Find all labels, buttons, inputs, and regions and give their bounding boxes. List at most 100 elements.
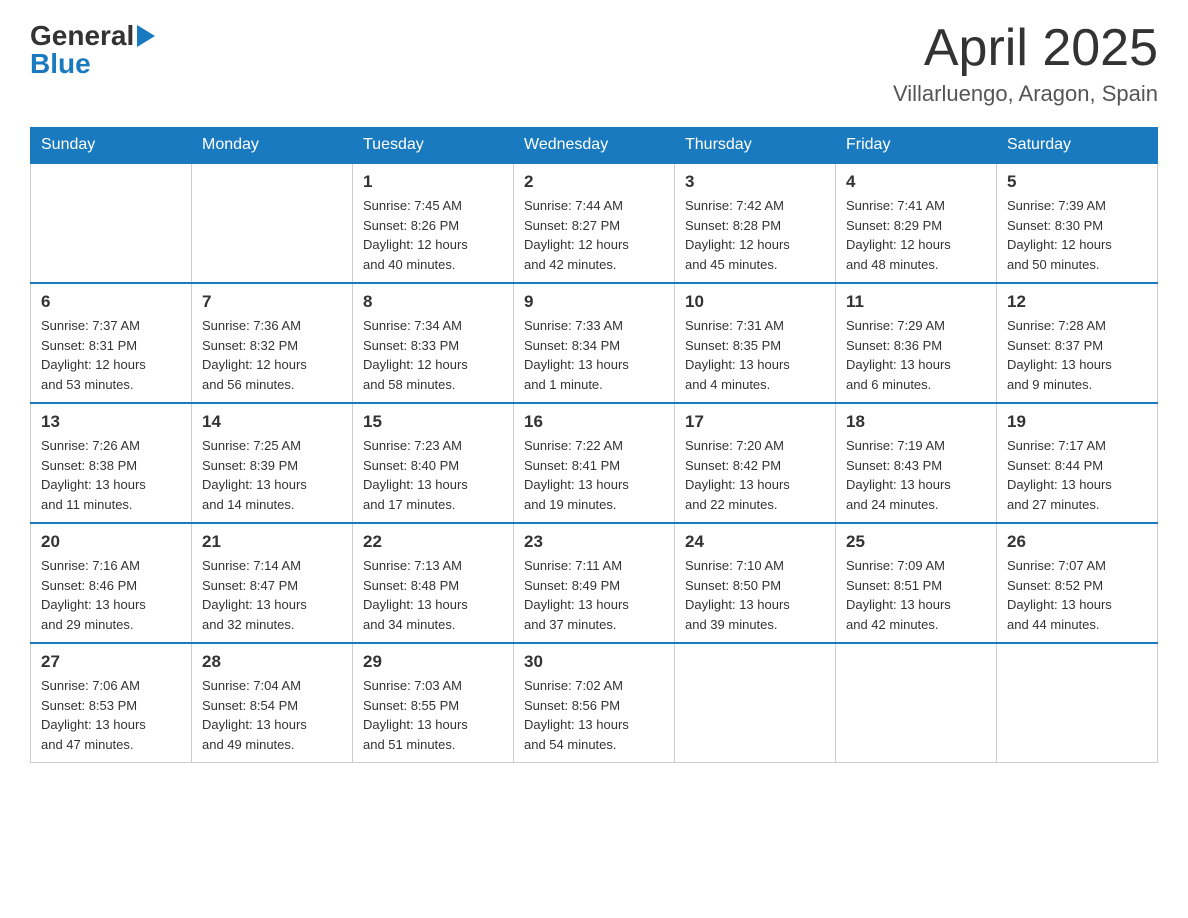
calendar-day-cell: 10 Sunrise: 7:31 AM Sunset: 8:35 PM Dayli… [675, 283, 836, 403]
weekday-header: Saturday [997, 128, 1158, 164]
day-number: 24 [685, 532, 825, 552]
day-number: 16 [524, 412, 664, 432]
day-number: 2 [524, 172, 664, 192]
day-info: Sunrise: 7:26 AM Sunset: 8:38 PM Dayligh… [41, 436, 181, 514]
day-info: Sunrise: 7:33 AM Sunset: 8:34 PM Dayligh… [524, 316, 664, 394]
day-number: 6 [41, 292, 181, 312]
calendar-day-cell: 15 Sunrise: 7:23 AM Sunset: 8:40 PM Dayli… [353, 403, 514, 523]
day-info: Sunrise: 7:14 AM Sunset: 8:47 PM Dayligh… [202, 556, 342, 634]
day-number: 22 [363, 532, 503, 552]
day-info: Sunrise: 7:10 AM Sunset: 8:50 PM Dayligh… [685, 556, 825, 634]
day-number: 9 [524, 292, 664, 312]
calendar-day-cell: 8Sunrise: 7:34 AM Sunset: 8:33 PM Daylig… [353, 283, 514, 403]
calendar-day-cell [31, 163, 192, 283]
day-info: Sunrise: 7:39 AM Sunset: 8:30 PM Dayligh… [1007, 196, 1147, 274]
day-info: Sunrise: 7:13 AM Sunset: 8:48 PM Dayligh… [363, 556, 503, 634]
calendar-day-cell: 26Sunrise: 7:07 AM Sunset: 8:52 PM Dayli… [997, 523, 1158, 643]
calendar-day-cell: 19Sunrise: 7:17 AM Sunset: 8:44 PM Dayli… [997, 403, 1158, 523]
calendar-day-cell: 5 Sunrise: 7:39 AM Sunset: 8:30 PM Daylig… [997, 163, 1158, 283]
day-number: 18 [846, 412, 986, 432]
day-number: 10 [685, 292, 825, 312]
calendar-day-cell: 9 Sunrise: 7:33 AM Sunset: 8:34 PM Daylig… [514, 283, 675, 403]
calendar-day-cell: 3 Sunrise: 7:42 AM Sunset: 8:28 PM Daylig… [675, 163, 836, 283]
calendar-day-cell: 6 Sunrise: 7:37 AM Sunset: 8:31 PM Daylig… [31, 283, 192, 403]
calendar-table: SundayMondayTuesdayWednesdayThursdayFrid… [30, 127, 1158, 763]
day-number: 27 [41, 652, 181, 672]
calendar-day-cell: 21 Sunrise: 7:14 AM Sunset: 8:47 PM Dayli… [192, 523, 353, 643]
calendar-day-cell: 18 Sunrise: 7:19 AM Sunset: 8:43 PM Dayli… [836, 403, 997, 523]
calendar-day-cell: 14Sunrise: 7:25 AM Sunset: 8:39 PM Dayli… [192, 403, 353, 523]
calendar-day-cell [997, 643, 1158, 763]
day-number: 12 [1007, 292, 1147, 312]
day-number: 20 [41, 532, 181, 552]
title-block: April 2025 Villarluengo, Aragon, Spain [893, 20, 1158, 107]
page-header: General Blue April 2025 Villarluengo, Ar… [30, 20, 1158, 107]
calendar-day-cell: 29 Sunrise: 7:03 AM Sunset: 8:55 PM Dayli… [353, 643, 514, 763]
day-info: Sunrise: 7:37 AM Sunset: 8:31 PM Dayligh… [41, 316, 181, 394]
calendar-day-cell: 4 Sunrise: 7:41 AM Sunset: 8:29 PM Daylig… [836, 163, 997, 283]
calendar-day-cell: 25 Sunrise: 7:09 AM Sunset: 8:51 PM Dayli… [836, 523, 997, 643]
day-info: Sunrise: 7:19 AM Sunset: 8:43 PM Dayligh… [846, 436, 986, 514]
day-number: 29 [363, 652, 503, 672]
calendar-week-row: 1Sunrise: 7:45 AM Sunset: 8:26 PM Daylig… [31, 163, 1158, 283]
day-info: Sunrise: 7:44 AM Sunset: 8:27 PM Dayligh… [524, 196, 664, 274]
day-info: Sunrise: 7:22 AM Sunset: 8:41 PM Dayligh… [524, 436, 664, 514]
day-number: 1 [363, 172, 503, 192]
day-number: 19 [1007, 412, 1147, 432]
day-number: 14 [202, 412, 342, 432]
weekday-header: Wednesday [514, 128, 675, 164]
day-number: 28 [202, 652, 342, 672]
logo: General Blue [30, 20, 155, 80]
day-number: 25 [846, 532, 986, 552]
logo-blue-text: Blue [30, 48, 91, 79]
calendar-day-cell: 27 Sunrise: 7:06 AM Sunset: 8:53 PM Dayli… [31, 643, 192, 763]
day-info: Sunrise: 7:20 AM Sunset: 8:42 PM Dayligh… [685, 436, 825, 514]
day-number: 30 [524, 652, 664, 672]
day-info: Sunrise: 7:09 AM Sunset: 8:51 PM Dayligh… [846, 556, 986, 634]
page-subtitle: Villarluengo, Aragon, Spain [893, 81, 1158, 107]
day-number: 21 [202, 532, 342, 552]
calendar-day-cell [836, 643, 997, 763]
day-info: Sunrise: 7:41 AM Sunset: 8:29 PM Dayligh… [846, 196, 986, 274]
calendar-day-cell: 30Sunrise: 7:02 AM Sunset: 8:56 PM Dayli… [514, 643, 675, 763]
calendar-week-row: 20Sunrise: 7:16 AM Sunset: 8:46 PM Dayli… [31, 523, 1158, 643]
day-info: Sunrise: 7:28 AM Sunset: 8:37 PM Dayligh… [1007, 316, 1147, 394]
day-number: 7 [202, 292, 342, 312]
day-info: Sunrise: 7:06 AM Sunset: 8:53 PM Dayligh… [41, 676, 181, 754]
calendar-day-cell: 13 Sunrise: 7:26 AM Sunset: 8:38 PM Dayli… [31, 403, 192, 523]
calendar-week-row: 6 Sunrise: 7:37 AM Sunset: 8:31 PM Daylig… [31, 283, 1158, 403]
day-info: Sunrise: 7:42 AM Sunset: 8:28 PM Dayligh… [685, 196, 825, 274]
calendar-day-cell: 28 Sunrise: 7:04 AM Sunset: 8:54 PM Dayli… [192, 643, 353, 763]
day-info: Sunrise: 7:36 AM Sunset: 8:32 PM Dayligh… [202, 316, 342, 394]
calendar-week-row: 13 Sunrise: 7:26 AM Sunset: 8:38 PM Dayli… [31, 403, 1158, 523]
day-number: 5 [1007, 172, 1147, 192]
weekday-header: Thursday [675, 128, 836, 164]
day-number: 23 [524, 532, 664, 552]
calendar-day-cell: 11 Sunrise: 7:29 AM Sunset: 8:36 PM Dayli… [836, 283, 997, 403]
day-number: 11 [846, 292, 986, 312]
page-title: April 2025 [893, 20, 1158, 77]
day-info: Sunrise: 7:23 AM Sunset: 8:40 PM Dayligh… [363, 436, 503, 514]
day-number: 3 [685, 172, 825, 192]
calendar-day-cell: 12 Sunrise: 7:28 AM Sunset: 8:37 PM Dayli… [997, 283, 1158, 403]
day-number: 13 [41, 412, 181, 432]
calendar-day-cell: 20Sunrise: 7:16 AM Sunset: 8:46 PM Dayli… [31, 523, 192, 643]
calendar-day-cell: 22 Sunrise: 7:13 AM Sunset: 8:48 PM Dayli… [353, 523, 514, 643]
day-number: 4 [846, 172, 986, 192]
weekday-header: Tuesday [353, 128, 514, 164]
day-number: 15 [363, 412, 503, 432]
calendar-day-cell: 7 Sunrise: 7:36 AM Sunset: 8:32 PM Daylig… [192, 283, 353, 403]
day-number: 8 [363, 292, 503, 312]
calendar-week-row: 27 Sunrise: 7:06 AM Sunset: 8:53 PM Dayli… [31, 643, 1158, 763]
day-info: Sunrise: 7:31 AM Sunset: 8:35 PM Dayligh… [685, 316, 825, 394]
day-number: 17 [685, 412, 825, 432]
calendar-day-cell: 2 Sunrise: 7:44 AM Sunset: 8:27 PM Daylig… [514, 163, 675, 283]
weekday-header: Friday [836, 128, 997, 164]
day-info: Sunrise: 7:07 AM Sunset: 8:52 PM Dayligh… [1007, 556, 1147, 634]
calendar-day-cell [675, 643, 836, 763]
day-info: Sunrise: 7:11 AM Sunset: 8:49 PM Dayligh… [524, 556, 664, 634]
day-info: Sunrise: 7:04 AM Sunset: 8:54 PM Dayligh… [202, 676, 342, 754]
day-info: Sunrise: 7:29 AM Sunset: 8:36 PM Dayligh… [846, 316, 986, 394]
calendar-day-cell: 24 Sunrise: 7:10 AM Sunset: 8:50 PM Dayli… [675, 523, 836, 643]
day-info: Sunrise: 7:03 AM Sunset: 8:55 PM Dayligh… [363, 676, 503, 754]
